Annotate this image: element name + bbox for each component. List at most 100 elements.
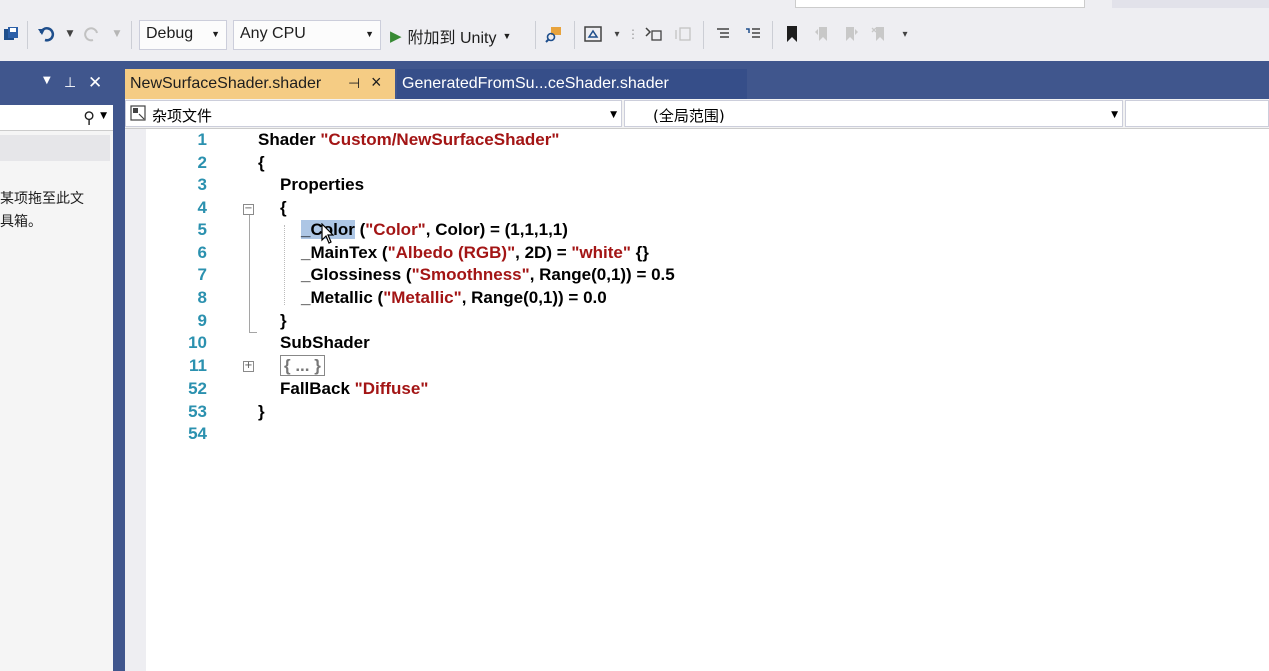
comment-out-icon[interactable] [712,23,734,45]
attach-label: 附加到 Unity [407,30,497,47]
search-icon[interactable]: ⚲ [83,108,95,127]
quick-launch-input[interactable] [795,0,1085,8]
play-icon: ▶ [390,28,402,45]
toolbar-separator [535,21,536,49]
undo-dropdown-icon[interactable]: ▼ [59,23,81,45]
bookmark-icon[interactable] [781,23,803,45]
line-number: 7 [197,265,207,284]
find-in-files-icon[interactable] [543,23,565,45]
toolbox-header: ▼ ⊥ ✕ [0,61,113,105]
pin-icon[interactable]: ⊥ [64,75,76,91]
line-number: 2 [197,153,207,172]
save-all-icon[interactable] [0,23,22,45]
line-number: 10 [188,333,207,352]
tab-label: GeneratedFromSu...ceShader.shader [402,75,669,92]
project-select[interactable]: 杂项文件 ▼ [125,100,622,127]
line-number: 6 [197,243,207,262]
toolbox-search-input[interactable]: ⚲ ▼ [0,105,113,131]
code-line: _Color ("Color", Color) = (1,1,1,1) [301,220,568,240]
next-bookmark-icon[interactable] [840,23,862,45]
code-line: } [258,402,265,421]
line-number: 5 [197,220,207,239]
chevron-down-icon: ▼ [211,29,220,39]
code-line: FallBack "Diffuse" [280,379,429,398]
close-icon[interactable]: ✕ [88,73,102,93]
chevron-down-icon: ▼ [1111,110,1118,120]
toolbox-panel: ▼ ⊥ ✕ ⚲ ▼ 某项拖至此文 具箱。 [0,61,113,671]
toolbar-separator [772,21,773,49]
browse-icon[interactable] [582,23,604,45]
undo-icon[interactable] [35,23,57,45]
chevron-down-icon: ▼ [365,29,374,39]
panel-splitter[interactable] [113,61,125,671]
line-number: 9 [197,311,207,330]
indicator-margin [125,129,146,671]
scope-value: (全局范围) [653,107,725,125]
code-line: Properties [280,175,365,194]
toolbar-separator [27,21,28,49]
attach-to-unity-button[interactable]: ▶ 附加到 Unity ▼ [390,23,511,49]
indent-guide [284,225,285,305]
collapse-toggle-icon[interactable]: − [243,204,254,215]
solution-config-value: Debug [146,25,194,42]
menu-bar [0,0,1269,8]
code-line: _Metallic ("Metallic", Range(0,1)) = 0.0 [301,288,607,307]
platform-value: Any CPU [240,25,306,42]
solution-name-badge [1112,0,1269,8]
indent-icon[interactable] [672,23,694,45]
editor-navigation-bar: 杂项文件 ▼ (全局范围) ▼ [125,99,1269,129]
redo-dropdown-icon[interactable]: ▼ [106,23,128,45]
chevron-down-icon[interactable]: ▼ [100,111,107,121]
tab-newsurfaceshader[interactable]: NewSurfaceShader.shader ⊣ × [125,69,395,99]
solution-config-select[interactable]: Debug ▼ [139,20,227,50]
tab-generatedfromsurfaceshader[interactable]: GeneratedFromSu...ceShader.shader [397,69,747,99]
line-number: 8 [197,288,207,307]
toolbar-overflow-icon[interactable]: ▾ [894,23,916,45]
collapsed-region[interactable]: { ... } [280,355,325,376]
code-editor[interactable]: 1 2 3 4 5 6 7 8 9 10 11 52 53 54 − + Sha… [125,129,1269,671]
scope-select[interactable]: (全局范围) ▼ [624,100,1123,127]
member-select[interactable] [1125,100,1269,127]
platform-select[interactable]: Any CPU ▼ [233,20,381,50]
code-line: } [280,311,287,330]
code-line: Shader "Custom/NewSurfaceShader" [258,130,560,149]
prev-bookmark-icon[interactable] [811,23,833,45]
outline-bracket [249,215,250,333]
file-icon [130,105,146,125]
line-number: 54 [188,424,207,443]
code-line: { [258,153,265,172]
line-number: 52 [188,379,207,398]
toolbox-group-header [0,135,110,161]
toolbox-empty-message: 某项拖至此文 具箱。 [0,191,84,230]
panel-options-icon[interactable]: ▼ [43,75,51,86]
line-number: 53 [188,402,207,421]
tab-label: NewSurfaceShader.shader [130,75,322,92]
outdent-icon[interactable] [642,23,664,45]
code-line: _Glossiness ("Smoothness", Range(0,1)) =… [301,265,675,284]
outline-bracket-end [249,332,257,333]
line-number: 1 [197,130,207,149]
document-tab-strip: NewSurfaceShader.shader ⊣ × GeneratedFro… [125,61,1269,99]
toolbar-separator [703,21,704,49]
code-line: SubShader [280,333,370,352]
toolbar-separator [574,21,575,49]
grip-icon: ⋮ [627,27,639,41]
project-value: 杂项文件 [152,107,213,125]
pin-tab-icon[interactable]: ⊣ [348,75,360,92]
toolbar-separator [131,21,132,49]
line-number: 11 [189,356,207,375]
line-number: 3 [197,175,207,194]
code-line: { [280,198,287,217]
uncomment-icon[interactable] [742,23,764,45]
code-line: { ... } [280,355,325,376]
code-line: _MainTex ("Albedo (RGB)", 2D) = "white" … [301,243,649,262]
chevron-down-icon: ▼ [610,110,617,120]
redo-icon[interactable] [81,23,103,45]
close-tab-icon[interactable]: × [371,72,382,93]
mouse-cursor-icon [321,223,335,244]
expand-toggle-icon[interactable]: + [243,361,254,372]
chevron-down-icon[interactable]: ▼ [502,31,511,41]
line-number: 4 [197,198,207,217]
standard-toolbar: ▼ ▼ Debug ▼ Any CPU ▼ ▶ 附加到 Unity ▼ ▾ ⋮ [0,9,1269,61]
clear-bookmarks-icon[interactable] [868,23,890,45]
